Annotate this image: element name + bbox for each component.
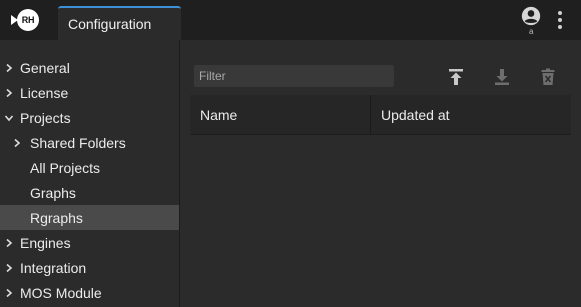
sidebar-item-label: Graphs: [30, 184, 76, 201]
sidebar-item-label: Rgraphs: [30, 209, 83, 226]
tab-label: Configuration: [68, 16, 152, 32]
sidebar-item-label: Engines: [20, 234, 71, 251]
column-divider[interactable]: [370, 95, 371, 135]
chevron-right-icon: [6, 88, 13, 98]
app-logo[interactable]: RH: [11, 9, 43, 31]
delete-button[interactable]: [538, 67, 558, 87]
sidebar-item-label: General: [20, 59, 70, 76]
sidebar: General License Projects Shared Folders …: [0, 40, 180, 307]
sidebar-item-integration[interactable]: Integration: [0, 255, 179, 280]
chevron-down-icon: [4, 115, 14, 122]
account-label: a: [529, 27, 534, 36]
sidebar-item-general[interactable]: General: [0, 55, 179, 80]
table-header: Name Updated at: [190, 95, 571, 135]
sidebar-item-mos-module[interactable]: MOS Module: [0, 280, 179, 305]
sidebar-item-shared-folders[interactable]: Shared Folders: [0, 130, 179, 155]
sidebar-item-projects[interactable]: Projects: [0, 105, 179, 130]
more-options-button[interactable]: [556, 10, 564, 30]
top-bar: RH Configuration a: [0, 0, 581, 40]
sidebar-item-all-projects[interactable]: All Projects: [0, 155, 179, 180]
upload-button[interactable]: [446, 67, 466, 87]
sidebar-item-label: All Projects: [30, 159, 101, 176]
sidebar-item-label: Shared Folders: [30, 134, 126, 151]
chevron-right-icon: [6, 263, 13, 273]
sidebar-item-label: License: [20, 84, 69, 101]
upload-icon: [449, 69, 463, 85]
sidebar-item-label: MOS Module: [20, 284, 102, 301]
sidebar-item-label: Integration: [20, 259, 87, 276]
sidebar-item-license[interactable]: License: [0, 80, 179, 105]
sidebar-item-graphs[interactable]: Graphs: [0, 180, 179, 205]
logo-text: RH: [17, 9, 39, 31]
download-button[interactable]: [492, 67, 512, 87]
account-icon: [521, 6, 541, 26]
sidebar-item-engines[interactable]: Engines: [0, 230, 179, 255]
account-button[interactable]: a: [521, 6, 543, 36]
chevron-right-icon: [14, 138, 21, 148]
main-panel: Name Updated at: [180, 40, 581, 307]
chevron-right-icon: [6, 288, 13, 298]
sidebar-item-rgraphs[interactable]: Rgraphs: [0, 205, 179, 230]
download-icon: [495, 69, 509, 85]
more-vert-icon: [558, 11, 562, 29]
column-header-name[interactable]: Name: [200, 107, 237, 123]
filter-input[interactable]: [194, 65, 394, 87]
sidebar-item-label: Projects: [20, 109, 71, 126]
chevron-right-icon: [6, 238, 13, 248]
delete-icon: [541, 68, 555, 85]
column-header-updated-at[interactable]: Updated at: [381, 107, 450, 123]
chevron-right-icon: [6, 63, 13, 73]
tab-configuration[interactable]: Configuration: [58, 6, 181, 40]
